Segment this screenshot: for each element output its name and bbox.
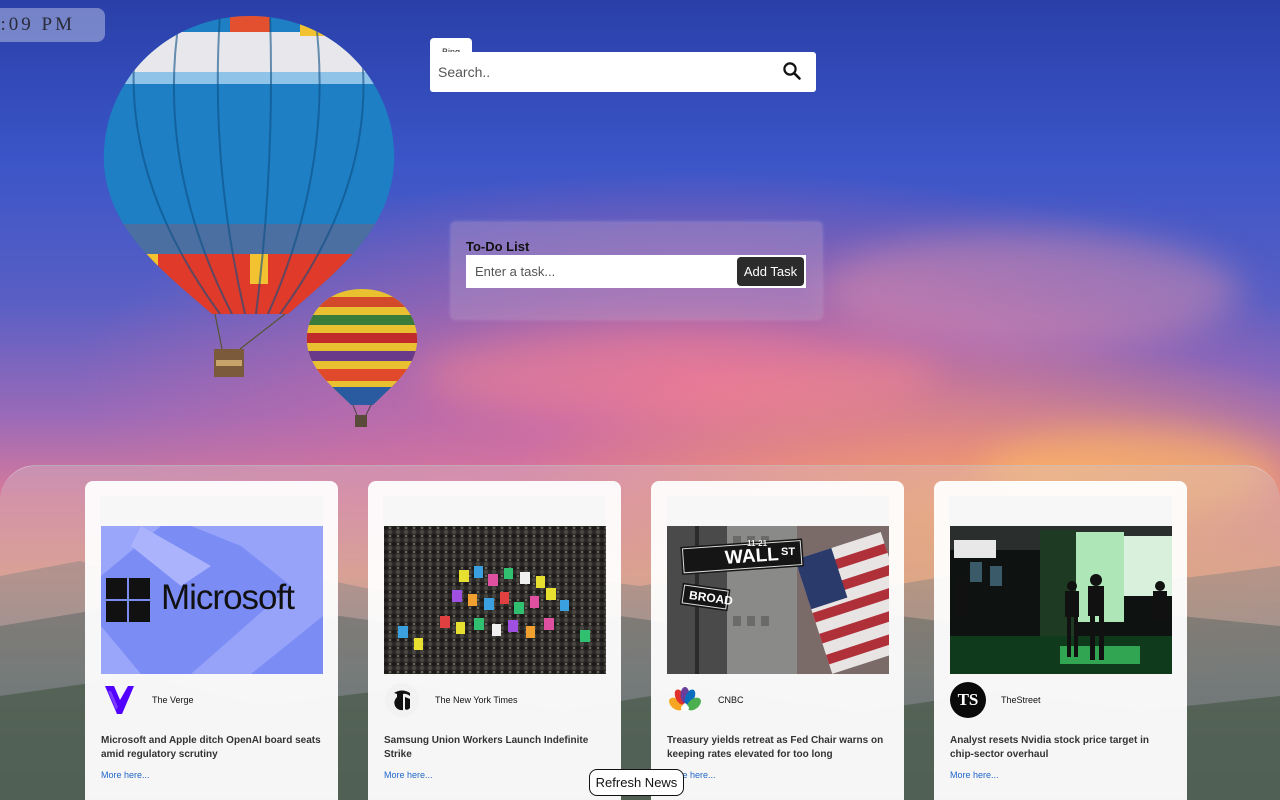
news-headline[interactable]: Microsoft and Apple ditch OpenAI board s… (101, 734, 323, 762)
wall-st-sign-text: WALL (724, 544, 780, 569)
card-header-strip (666, 496, 889, 526)
news-headline[interactable]: Treasury yields retreat as Fed Chair war… (667, 734, 889, 762)
thestreet-logo-text: TS (957, 690, 979, 709)
the-verge-logo-icon (101, 682, 137, 718)
cnbc-peacock-logo-icon (667, 682, 703, 718)
hot-air-balloon-small (306, 289, 418, 427)
news-headline[interactable]: Analyst resets Nvidia stock price target… (950, 734, 1172, 762)
news-source-name: TheStreet (1001, 695, 1041, 705)
clock-display: 4:09 PM (0, 8, 105, 42)
news-card[interactable]: 11-21 WALL ST BROAD CNBC Treasury yields… (651, 481, 904, 800)
search-bar (430, 52, 816, 92)
add-task-button[interactable]: Add Task (737, 257, 804, 286)
news-headline[interactable]: Samsung Union Workers Launch Indefinite … (384, 734, 606, 762)
card-header-strip (949, 496, 1172, 526)
news-image[interactable]: Microsoft (101, 526, 323, 674)
new-york-times-logo-icon (384, 682, 420, 718)
background-cloud (820, 230, 1240, 350)
news-source-name: The Verge (152, 695, 194, 705)
news-source: CNBC (667, 681, 744, 719)
news-image[interactable]: 11-21 WALL ST BROAD (667, 526, 889, 674)
todo-task-input[interactable] (466, 255, 737, 288)
microsoft-wordmark: Microsoft (161, 578, 295, 617)
card-header-strip (100, 496, 323, 526)
refresh-news-button[interactable]: Refresh News (589, 769, 684, 796)
news-source: The Verge (101, 681, 194, 719)
more-link[interactable]: More here... (950, 770, 999, 780)
todo-title: To-Do List (466, 239, 530, 254)
news-image[interactable] (950, 526, 1172, 674)
wall-st-sign-suffix: ST (781, 546, 796, 558)
news-card[interactable]: Microsoft The Verge Microsoft and Apple … (85, 481, 338, 800)
card-header-strip (383, 496, 606, 526)
search-icon[interactable] (782, 61, 802, 81)
news-card[interactable]: The New York Times Samsung Union Workers… (368, 481, 621, 800)
news-card[interactable]: TS TheStreet Analyst resets Nvidia stock… (934, 481, 1187, 800)
todo-widget: To-Do List Add Task (451, 222, 822, 319)
thestreet-logo-icon: TS (950, 682, 986, 718)
background-cloud (420, 330, 940, 420)
more-link[interactable]: More here... (384, 770, 433, 780)
news-source-name: The New York Times (435, 695, 518, 705)
news-source: The New York Times (384, 681, 518, 719)
news-image[interactable] (384, 526, 606, 674)
search-input[interactable] (438, 61, 768, 83)
add-task-button-frame: Add Task (735, 255, 806, 288)
news-source-name: CNBC (718, 695, 744, 705)
thestreet-logo-badge: TS (950, 682, 986, 718)
news-source: TS TheStreet (950, 681, 1041, 719)
more-link[interactable]: More here... (101, 770, 150, 780)
